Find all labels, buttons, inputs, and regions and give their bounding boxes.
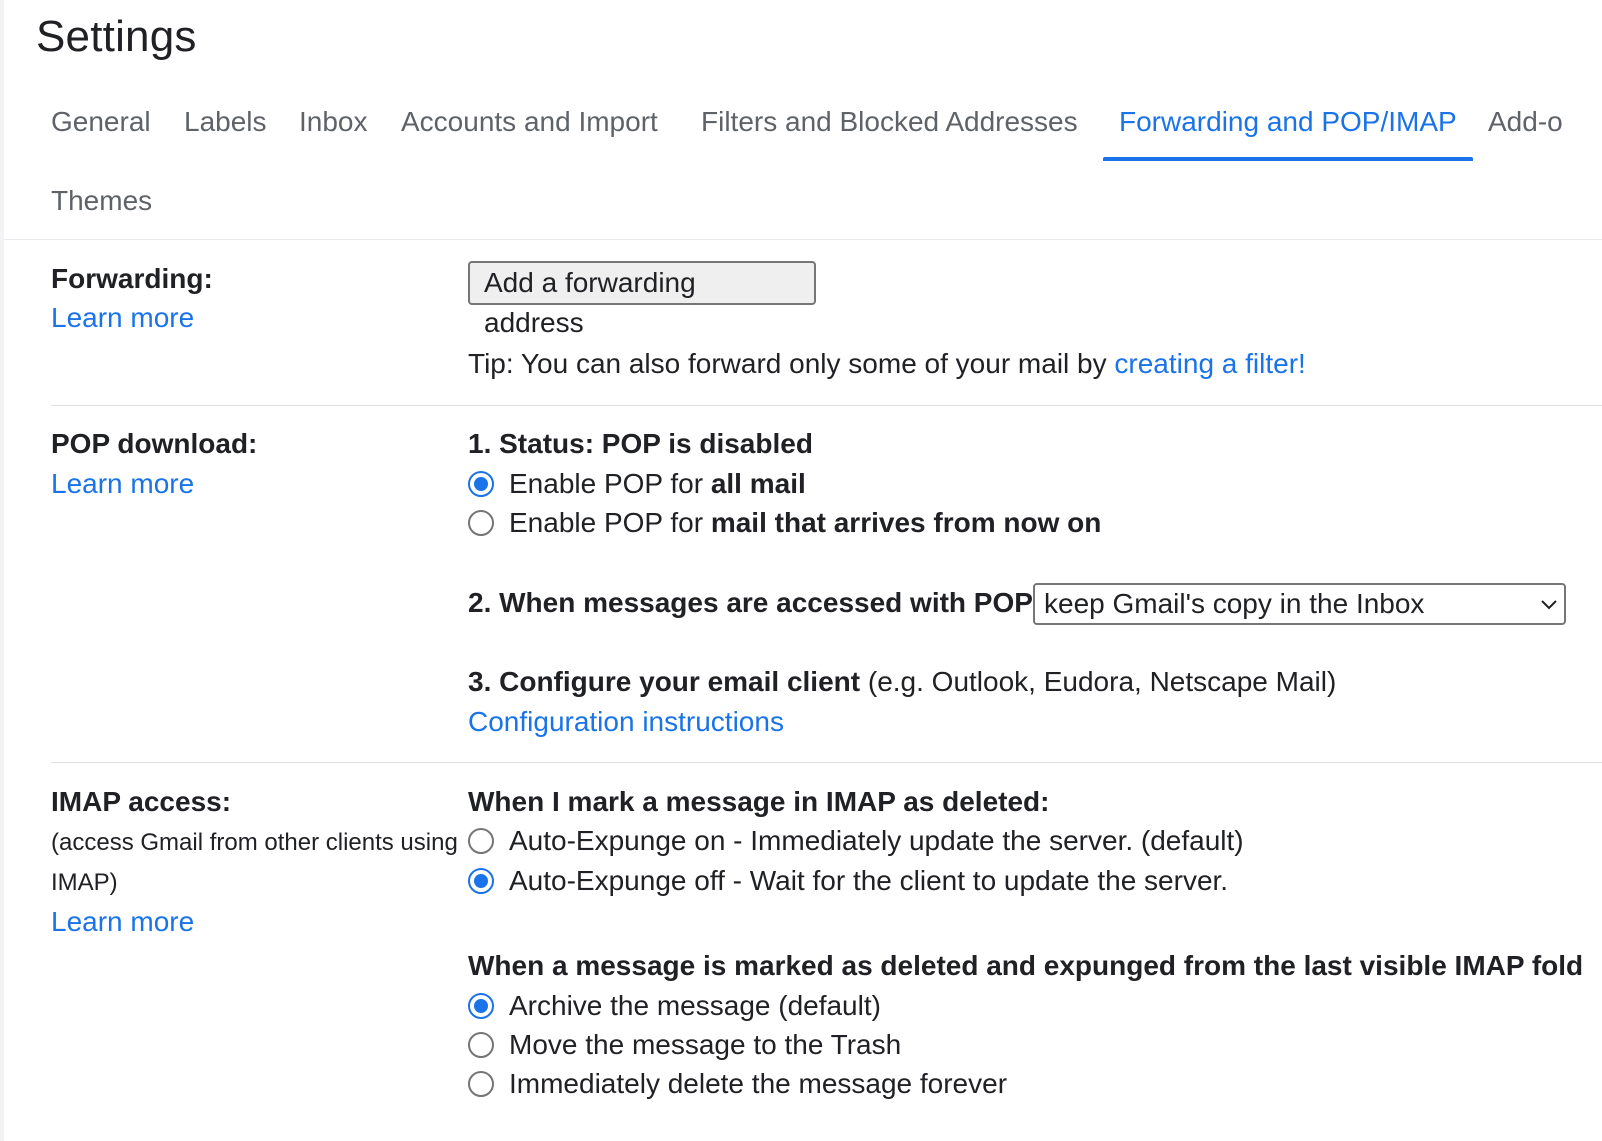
settings-page: Settings General Labels Inbox Accounts a…	[0, 0, 1602, 1141]
creating-filter-link[interactable]: creating a filter!	[1114, 348, 1305, 379]
tabs-divider	[4, 239, 1602, 240]
pop-enable-all-mail-option[interactable]: Enable POP for all mail	[468, 466, 806, 502]
auto-expunge-off-label: Auto-Expunge off - Wait for the client t…	[509, 865, 1229, 896]
pop-option-label: Enable POP for all mail	[509, 468, 806, 499]
forwarding-tip-text: Tip: You can also forward only some of y…	[468, 348, 1115, 379]
page-title: Settings	[36, 12, 197, 61]
forwarding-label: Forwarding:	[51, 263, 213, 294]
radio-unselected[interactable]	[468, 1032, 494, 1058]
pop-configure-examples: (e.g. Outlook, Eudora, Netscape Mail)	[860, 666, 1337, 697]
archive-message-label: Archive the message (default)	[509, 990, 881, 1021]
auto-expunge-off-option[interactable]: Auto-Expunge off - Wait for the client t…	[468, 863, 1228, 899]
imap-description-line1: (access Gmail from other clients using	[51, 829, 458, 856]
left-border	[0, 0, 4, 1141]
chevron-down-icon	[1541, 600, 1557, 610]
forwarding-learn-more-link[interactable]: Learn more	[51, 300, 194, 336]
radio-unselected[interactable]	[468, 1071, 494, 1097]
pop-learn-more-link[interactable]: Learn more	[51, 466, 194, 502]
pop-option-label: Enable POP for mail that arrives from no…	[509, 507, 1102, 538]
tab-labels[interactable]: Labels	[184, 102, 267, 142]
radio-selected[interactable]	[468, 868, 494, 894]
section-divider	[51, 762, 1602, 763]
active-tab-indicator	[1103, 157, 1473, 161]
tab-forwarding-and-pop-imap[interactable]: Forwarding and POP/IMAP	[1119, 102, 1457, 142]
pop-access-select[interactable]: keep Gmail's copy in the Inbox	[1033, 583, 1566, 625]
delete-forever-option[interactable]: Immediately delete the message forever	[468, 1066, 1007, 1102]
pop-status: 1. Status: POP is disabled	[468, 428, 813, 459]
forwarding-tip: Tip: You can also forward only some of y…	[468, 346, 1306, 382]
add-forwarding-address-button[interactable]: Add a forwarding address	[468, 261, 816, 338]
pop-download-label: POP download:	[51, 428, 258, 459]
pop-configure-heading: 3. Configure your email client	[468, 666, 861, 697]
tab-themes[interactable]: Themes	[51, 181, 152, 221]
configuration-instructions-link[interactable]: Configuration instructions	[468, 704, 784, 740]
radio-unselected[interactable]	[468, 828, 494, 854]
tab-add-ons[interactable]: Add-o	[1488, 102, 1563, 142]
auto-expunge-on-label: Auto-Expunge on - Immediately update the…	[509, 825, 1244, 856]
pop-access-selected-value: keep Gmail's copy in the Inbox	[1044, 588, 1425, 619]
tab-general[interactable]: General	[51, 102, 151, 142]
auto-expunge-on-option[interactable]: Auto-Expunge on - Immediately update the…	[468, 823, 1244, 859]
move-to-trash-label: Move the message to the Trash	[509, 1029, 902, 1060]
delete-forever-label: Immediately delete the message forever	[509, 1068, 1008, 1099]
archive-message-option[interactable]: Archive the message (default)	[468, 988, 881, 1024]
tab-accounts-and-import[interactable]: Accounts and Import	[401, 102, 658, 142]
pop-enable-from-now-option[interactable]: Enable POP for mail that arrives from no…	[468, 505, 1101, 541]
pop-access-label: 2. When messages are accessed with POP	[468, 587, 1033, 618]
imap-learn-more-link[interactable]: Learn more	[51, 904, 194, 940]
tab-filters-and-blocked-addresses[interactable]: Filters and Blocked Addresses	[701, 102, 1078, 142]
section-divider	[51, 405, 1602, 406]
radio-selected[interactable]	[468, 471, 494, 497]
imap-deleted-heading: When I mark a message in IMAP as deleted…	[468, 786, 1050, 817]
move-to-trash-option[interactable]: Move the message to the Trash	[468, 1027, 901, 1063]
imap-expunged-heading: When a message is marked as deleted and …	[468, 950, 1584, 981]
radio-selected[interactable]	[468, 993, 494, 1019]
pop-configure-client: 3. Configure your email client (e.g. Out…	[468, 664, 1336, 700]
tab-inbox[interactable]: Inbox	[299, 102, 368, 142]
imap-access-label: IMAP access:	[51, 786, 232, 817]
radio-unselected[interactable]	[468, 510, 494, 536]
imap-description-line2: IMAP)	[51, 869, 118, 896]
